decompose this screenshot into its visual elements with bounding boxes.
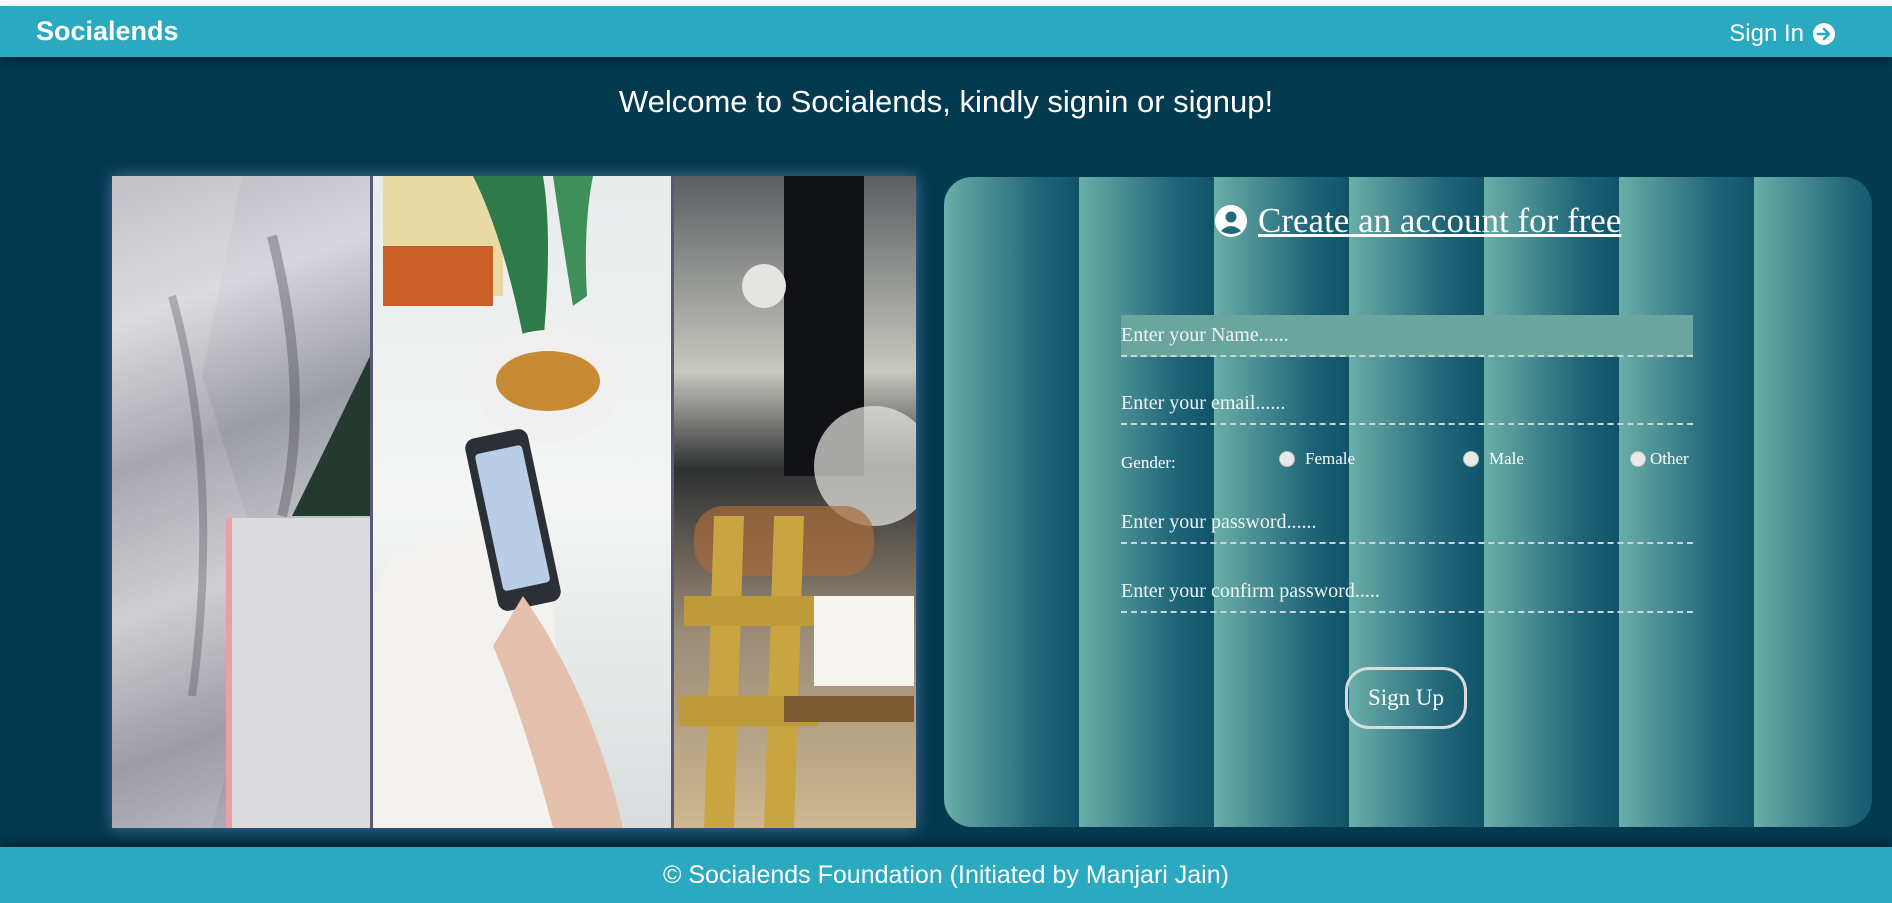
gender-female-radio[interactable]: Female	[1279, 449, 1355, 469]
gender-label: Gender:	[1121, 453, 1176, 472]
signup-title: Create an account for free	[1214, 201, 1621, 241]
bedsheet-book-illustration	[112, 176, 370, 828]
confirm-password-input[interactable]	[1121, 571, 1693, 613]
radio-circle[interactable]	[1279, 451, 1295, 467]
photo-collage	[112, 176, 916, 828]
radio-circle[interactable]	[1630, 451, 1646, 467]
navbar: Socialends Sign In	[0, 6, 1892, 57]
bedsheet-book-photo	[112, 176, 370, 828]
radio-circle[interactable]	[1463, 451, 1479, 467]
footer: © Socialends Foundation (Initiated by Ma…	[0, 847, 1892, 903]
arrow-circle-right-icon	[1813, 23, 1835, 45]
gender-other-label: Other	[1650, 449, 1689, 468]
sign-in-link[interactable]: Sign In	[1729, 20, 1836, 48]
phone-book-photo	[370, 176, 674, 828]
gender-male-label: Male	[1489, 449, 1524, 468]
gender-other-radio[interactable]: Other	[1630, 449, 1689, 469]
sign-in-label: Sign In	[1729, 20, 1804, 47]
email-input[interactable]	[1121, 383, 1693, 425]
gender-group: Gender: Female Male Other	[1121, 449, 1693, 473]
sign-up-button[interactable]: Sign Up	[1345, 667, 1467, 729]
welcome-heading: Welcome to Socialends, kindly signin or …	[618, 84, 1274, 119]
signup-card: Create an account for free Gender: Femal…	[944, 177, 1872, 827]
password-input[interactable]	[1121, 502, 1693, 544]
phone-book-illustration	[373, 176, 623, 828]
hashtag-table-photo	[674, 176, 916, 828]
brand-logo[interactable]: Socialends	[36, 16, 179, 47]
gender-female-label: Female	[1305, 449, 1356, 468]
signup-title-text: Create an account for free	[1258, 201, 1622, 240]
hashtag-table-illustration	[679, 176, 916, 828]
user-circle-icon	[1215, 205, 1247, 237]
gender-male-radio[interactable]: Male	[1463, 449, 1524, 469]
name-input[interactable]	[1121, 315, 1693, 357]
